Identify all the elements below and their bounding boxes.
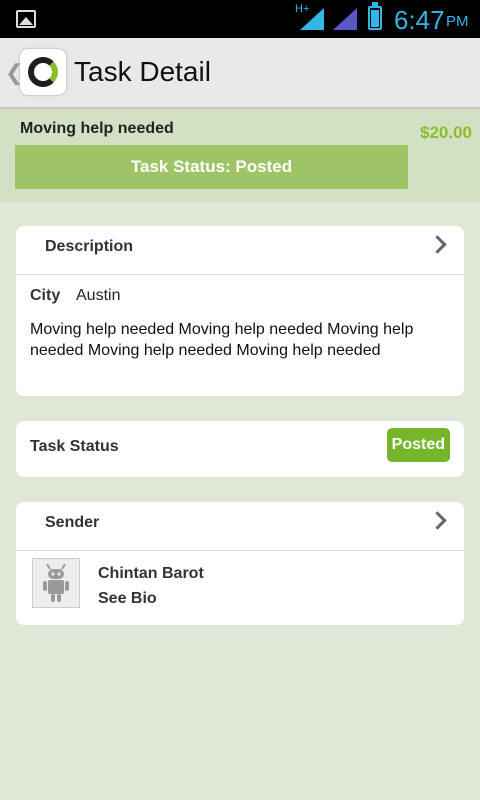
task-status-card: Task Status Posted bbox=[16, 421, 464, 477]
sender-heading[interactable]: Sender bbox=[45, 514, 99, 532]
task-price: $20.00 bbox=[420, 123, 472, 142]
clock-time: 6:47 bbox=[394, 5, 445, 35]
signal-icon bbox=[333, 8, 357, 30]
see-bio-link[interactable]: See Bio bbox=[98, 590, 157, 608]
description-card: Description City Austin Moving help need… bbox=[16, 226, 464, 396]
image-notification-icon bbox=[16, 10, 36, 28]
sender-name: Chintan Barot bbox=[98, 565, 204, 582]
signal-icon bbox=[300, 8, 324, 30]
android-robot-icon bbox=[43, 563, 69, 602]
description-text: Moving help needed Moving help needed Mo… bbox=[30, 321, 414, 359]
action-bar: ❮ Task Detail bbox=[0, 38, 480, 109]
task-status-label: Task Status bbox=[30, 438, 119, 455]
task-status-banner-label: Task Status: Posted bbox=[130, 157, 293, 176]
avatar[interactable] bbox=[32, 558, 80, 608]
description-heading[interactable]: Description bbox=[45, 238, 133, 256]
sender-card: Sender Chintan Barot See Bio bbox=[16, 502, 464, 625]
battery-icon bbox=[368, 2, 382, 30]
divider bbox=[16, 274, 464, 275]
task-header: Moving help needed $20.00 Task Status: P… bbox=[0, 109, 480, 202]
status-bar: H+ 6:47 PM bbox=[0, 0, 480, 38]
page-title: Task Detail bbox=[74, 56, 211, 87]
city-value: Austin bbox=[76, 287, 121, 304]
divider bbox=[16, 550, 464, 551]
city-label: City bbox=[30, 287, 61, 304]
status-badge: Posted bbox=[386, 428, 450, 462]
chevron-right-icon[interactable] bbox=[428, 511, 447, 530]
clock-ampm: PM bbox=[446, 13, 469, 30]
task-status-banner: Task Status: Posted bbox=[15, 145, 408, 189]
task-title: Moving help needed bbox=[20, 120, 174, 137]
chevron-right-icon[interactable] bbox=[428, 235, 447, 254]
app-logo-icon[interactable] bbox=[20, 49, 66, 95]
